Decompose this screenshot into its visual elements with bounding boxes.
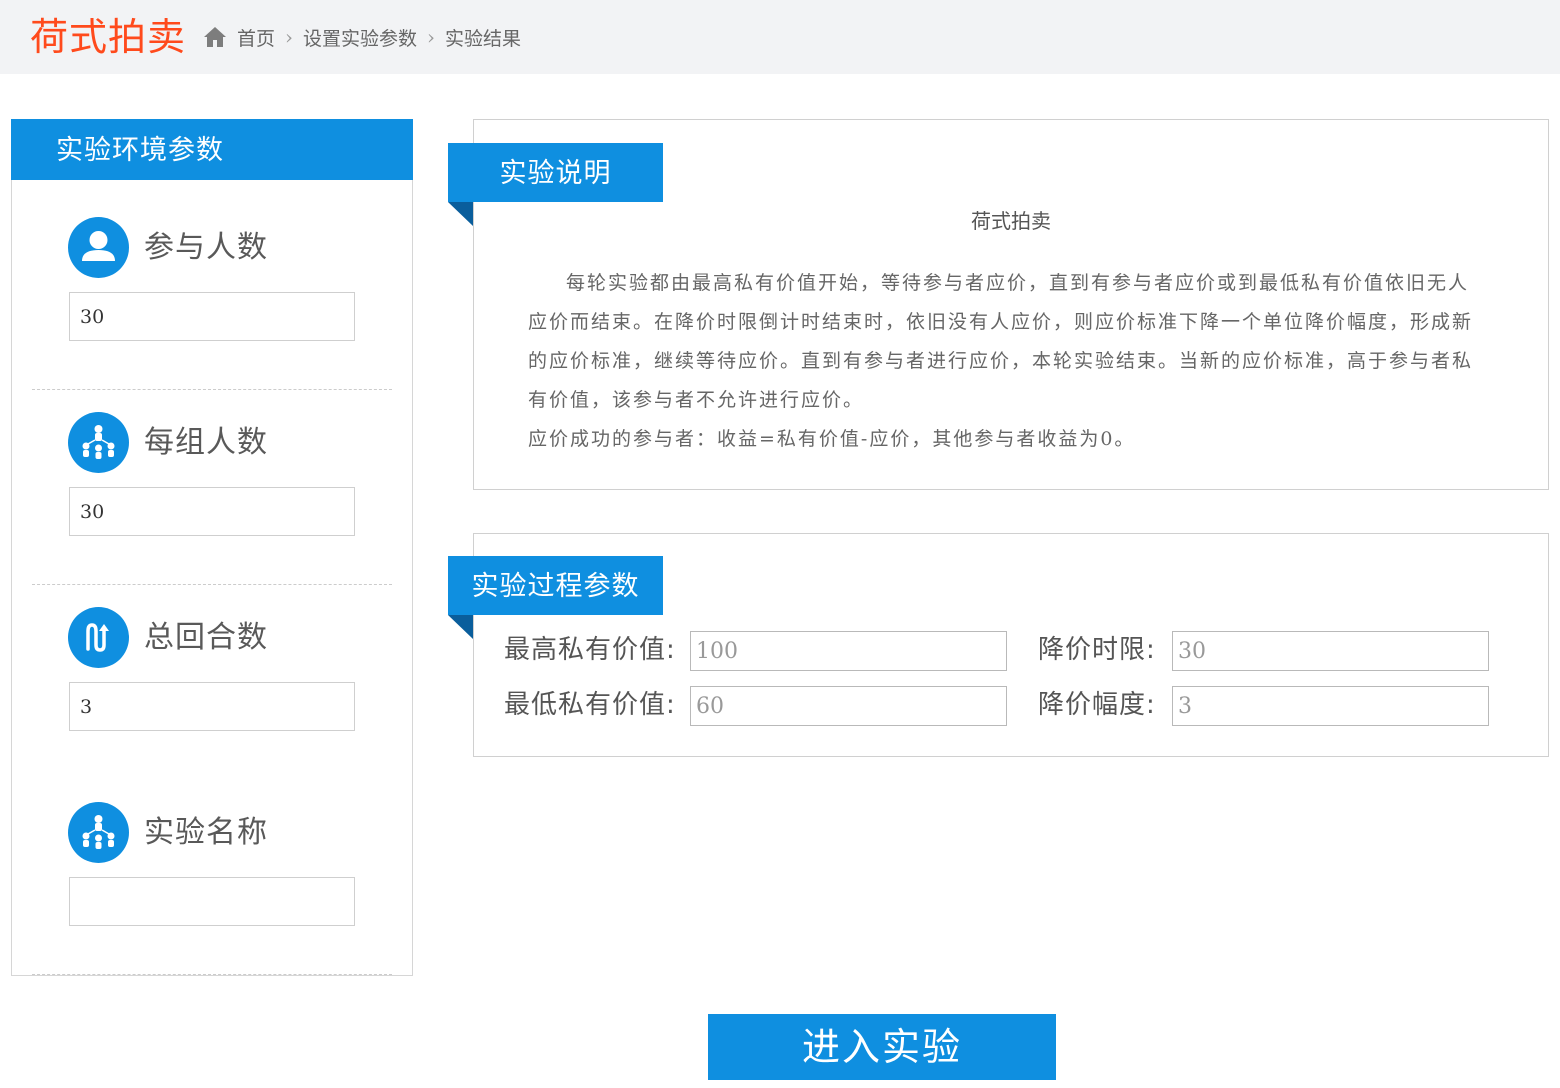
- rounds-input[interactable]: [69, 682, 355, 731]
- ribbon-fold: [448, 202, 473, 226]
- breadcrumb-settings[interactable]: 设置实验参数: [303, 24, 417, 51]
- param-label: 参与人数: [144, 230, 268, 265]
- enter-experiment-button[interactable]: 进入实验: [708, 1014, 1056, 1080]
- brand-title[interactable]: 荷式拍卖: [30, 12, 186, 62]
- participants-input[interactable]: [69, 292, 355, 341]
- param-label: 实验名称: [144, 815, 268, 850]
- time-limit-label: 降价时限:: [1038, 635, 1156, 665]
- experiment-name-input[interactable]: [69, 877, 355, 926]
- env-params-title: 实验环境参数: [11, 119, 413, 180]
- divider: [32, 389, 392, 390]
- breadcrumb-results[interactable]: 实验结果: [445, 24, 521, 51]
- divider: [32, 584, 392, 585]
- breadcrumb: 首页 › 设置实验参数 › 实验结果: [203, 22, 521, 52]
- chevron-right-icon: ›: [285, 25, 294, 49]
- person-icon: [68, 217, 129, 278]
- time-limit-input[interactable]: [1172, 631, 1489, 671]
- top-header: 荷式拍卖 首页 › 设置实验参数 › 实验结果: [0, 0, 1560, 74]
- chevron-right-icon: ›: [427, 25, 436, 49]
- min-value-input[interactable]: [690, 686, 1007, 726]
- group-icon: [68, 802, 129, 863]
- step-label: 降价幅度:: [1038, 690, 1156, 720]
- group-size-input[interactable]: [69, 487, 355, 536]
- ribbon-fold: [448, 615, 473, 639]
- divider: [32, 974, 392, 975]
- max-value-input[interactable]: [690, 631, 1007, 671]
- description-text: 每轮实验都由最高私有价值开始，等待参与者应价，直到有参与者应价或到最低私有价值依…: [528, 264, 1488, 459]
- description-paragraph: 应价成功的参与者：收益=私有价值-应价，其他参与者收益为0。: [528, 428, 1136, 450]
- group-icon: [68, 412, 129, 473]
- rounds-icon: [68, 607, 129, 668]
- step-input[interactable]: [1172, 686, 1489, 726]
- breadcrumb-home[interactable]: 首页: [237, 24, 275, 51]
- min-value-label: 最低私有价值:: [504, 690, 676, 720]
- param-label: 总回合数: [144, 620, 268, 655]
- max-value-label: 最高私有价值:: [504, 635, 676, 665]
- description-title: 荷式拍卖: [971, 209, 1051, 233]
- description-ribbon: 实验说明: [448, 143, 663, 202]
- description-paragraph: 每轮实验都由最高私有价值开始，等待参与者应价，直到有参与者应价或到最低私有价值依…: [528, 272, 1474, 411]
- home-icon[interactable]: [203, 25, 227, 49]
- param-label: 每组人数: [144, 425, 268, 460]
- process-ribbon: 实验过程参数: [448, 556, 663, 615]
- env-params-panel: 实验环境参数 参与人数 每组人数: [11, 119, 413, 976]
